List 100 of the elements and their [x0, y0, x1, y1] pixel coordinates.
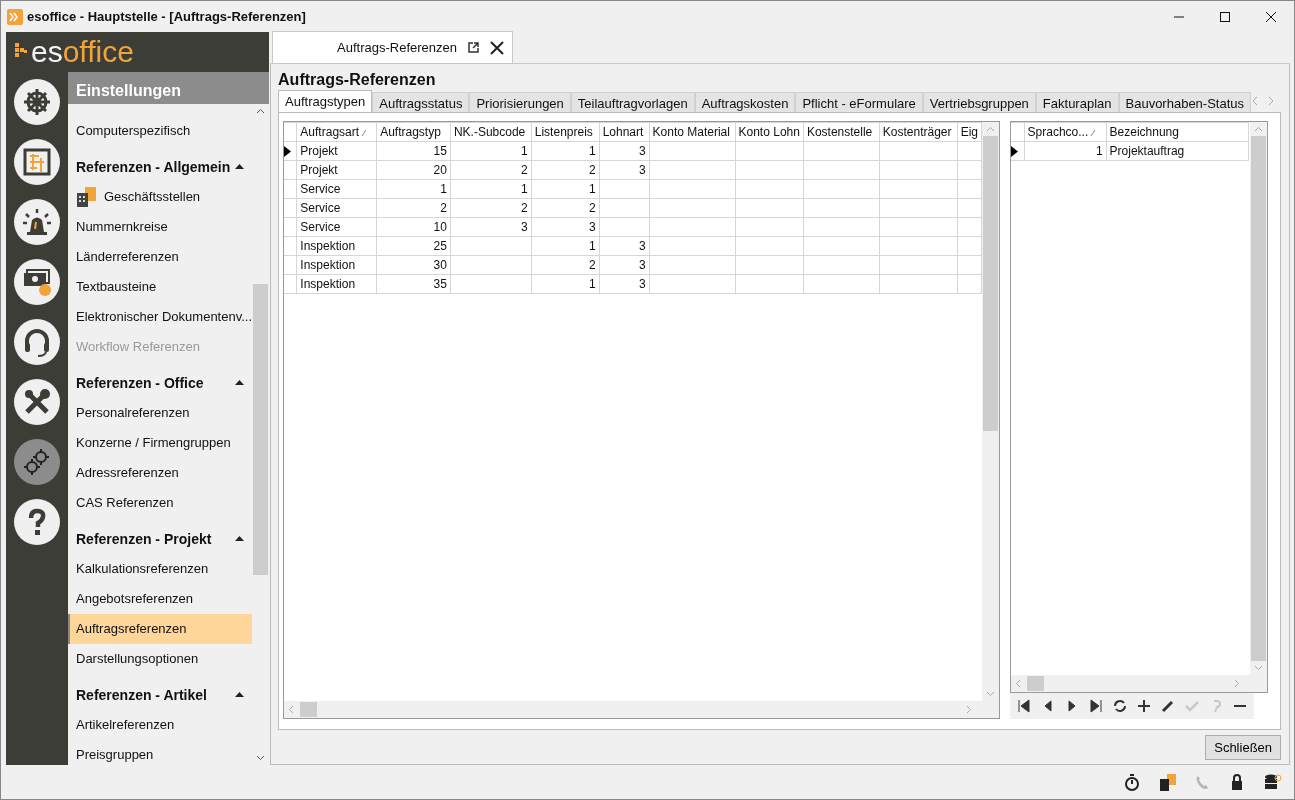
close-icon[interactable]: [490, 40, 504, 55]
panel-title: Auftrags-Referenzen: [278, 70, 437, 90]
sidebar-item[interactable]: Darstellungsoptionen: [68, 644, 253, 674]
table-cell: 2: [440, 201, 447, 215]
tab[interactable]: Priorisierungen: [469, 92, 571, 112]
column-header[interactable]: Lohnart: [599, 122, 650, 142]
column-header[interactable]: Auftragstyp: [376, 122, 451, 142]
tab[interactable]: Fakturaplan: [1035, 92, 1119, 112]
table-cell: Inspektion: [300, 277, 356, 291]
tab[interactable]: Auftragskosten: [694, 92, 796, 112]
sidebar-item[interactable]: Geschäftsstellen: [68, 182, 253, 212]
table-cell: 3: [638, 239, 646, 253]
money-icon[interactable]: [14, 259, 60, 305]
database-icon[interactable]: [1263, 772, 1282, 792]
sidebar-item[interactable]: Auftragsreferenzen: [68, 614, 253, 644]
tools-icon[interactable]: [14, 379, 60, 425]
table-cell: Inspektion: [300, 239, 356, 253]
sidebar-item[interactable]: Personalreferenzen: [68, 398, 253, 428]
tab[interactable]: Teilauftragvorlagen: [570, 92, 695, 112]
sidebar-item[interactable]: Computerspezifisch: [68, 116, 253, 146]
collapse-icon[interactable]: [235, 164, 245, 170]
table-cell: 20: [433, 163, 447, 177]
maximize-icon[interactable]: [1219, 10, 1231, 23]
table-cell: 2: [589, 201, 596, 215]
table-cell: Service: [300, 182, 341, 196]
sidebar-item[interactable]: Artikelreferenzen: [68, 710, 253, 740]
popout-icon[interactable]: [467, 41, 480, 54]
tab[interactable]: Auftragstypen: [278, 90, 373, 112]
column-header[interactable]: Kostenstelle: [803, 122, 880, 142]
scroll-thumb[interactable]: [1027, 676, 1045, 691]
tab[interactable]: Auftragsstatus: [372, 92, 470, 112]
collapse-icon[interactable]: [235, 380, 245, 386]
document-tab[interactable]: Auftrags-Referenzen: [272, 31, 513, 63]
scroll-thumb[interactable]: [300, 702, 318, 717]
group-title: Referenzen - Office: [76, 373, 204, 393]
column-header[interactable]: Kostenträger: [879, 122, 958, 142]
column-header[interactable]: Konto Material: [649, 122, 735, 142]
chart-icon[interactable]: [14, 139, 60, 185]
sidebar-item[interactable]: Kalkulationsreferenzen: [68, 554, 253, 584]
table-cell: 1: [589, 182, 596, 196]
sidebar-item[interactable]: Preisgruppen: [68, 740, 253, 765]
table-cell: 1: [1095, 144, 1103, 158]
table-cell: 3: [638, 277, 646, 291]
group-title: Referenzen - Allgemein: [76, 157, 231, 177]
table-cell: 3: [638, 163, 646, 177]
gears-icon[interactable]: [14, 439, 60, 485]
collapse-icon[interactable]: [235, 692, 245, 698]
column-header[interactable]: Auftragsart: [296, 122, 377, 142]
close-button[interactable]: Schließen: [1205, 734, 1282, 760]
sidebar-item[interactable]: Nummernkreise: [68, 212, 253, 242]
sidebar-item[interactable]: Elektronischer Dokumentenv...: [68, 302, 253, 332]
tab[interactable]: Pflicht - eFormulare: [795, 92, 923, 112]
table-cell: Inspektion: [300, 258, 356, 272]
column-header[interactable]: NK.-Subcode: [450, 122, 532, 142]
stopwatch-icon[interactable]: [1123, 772, 1142, 792]
help-icon[interactable]: [14, 499, 60, 545]
building-icon[interactable]: [1158, 772, 1177, 792]
column-header[interactable]: Konto Lohn: [735, 122, 804, 142]
scroll-up-icon[interactable]: [256, 108, 266, 114]
table-cell: Projekt: [300, 144, 338, 158]
table-cell: 1: [589, 239, 596, 253]
column-header[interactable]: Sprachco...: [1024, 122, 1107, 142]
table-cell: Service: [300, 201, 341, 215]
sidebar-header: Einstellungen: [68, 72, 270, 104]
table-cell: 2: [589, 163, 596, 177]
table-cell: 15: [433, 144, 447, 158]
group-title: Referenzen - Artikel: [76, 685, 207, 705]
table-cell: 1: [589, 144, 596, 158]
sidebar-item[interactable]: Länderreferenzen: [68, 242, 253, 272]
table-cell: 10: [433, 220, 447, 234]
table-cell: 1: [589, 277, 596, 291]
column-header[interactable]: Listenpreis: [531, 122, 600, 142]
table-cell: 1: [521, 182, 528, 196]
sidebar-item[interactable]: Angebotsreferenzen: [68, 584, 253, 614]
tab[interactable]: Vertriebsgruppen: [922, 92, 1036, 112]
sidebar-item[interactable]: CAS Referenzen: [68, 488, 253, 518]
sidebar-item[interactable]: Textbausteine: [68, 272, 253, 302]
sidebar-item[interactable]: Konzerne / Firmengruppen: [68, 428, 253, 458]
tab[interactable]: Bauvorhaben-Status: [1118, 92, 1252, 112]
table-cell: 25: [433, 239, 447, 253]
table-cell: 1: [440, 182, 447, 196]
building-icon: [76, 187, 98, 207]
column-header[interactable]: Eig: [957, 122, 982, 142]
table-cell: 2: [521, 201, 528, 215]
table-cell: Service: [300, 220, 341, 234]
column-header[interactable]: Bezeichnung: [1106, 122, 1249, 142]
helm-icon[interactable]: [14, 79, 60, 125]
scroll-down-icon[interactable]: [256, 755, 266, 761]
table-cell: 30: [433, 258, 447, 272]
logo: esoffice: [6, 32, 270, 72]
siren-icon[interactable]: [14, 199, 60, 245]
collapse-icon[interactable]: [235, 536, 245, 542]
group-title: Referenzen - Projekt: [76, 529, 212, 549]
scrollbar[interactable]: [1011, 675, 1268, 692]
close-icon[interactable]: [1265, 10, 1277, 23]
sidebar-item[interactable]: Adressreferenzen: [68, 458, 253, 488]
table-cell: 3: [638, 258, 646, 272]
scrollbar[interactable]: [284, 701, 1000, 718]
headset-icon[interactable]: [14, 319, 60, 365]
table-cell: 3: [638, 144, 646, 158]
